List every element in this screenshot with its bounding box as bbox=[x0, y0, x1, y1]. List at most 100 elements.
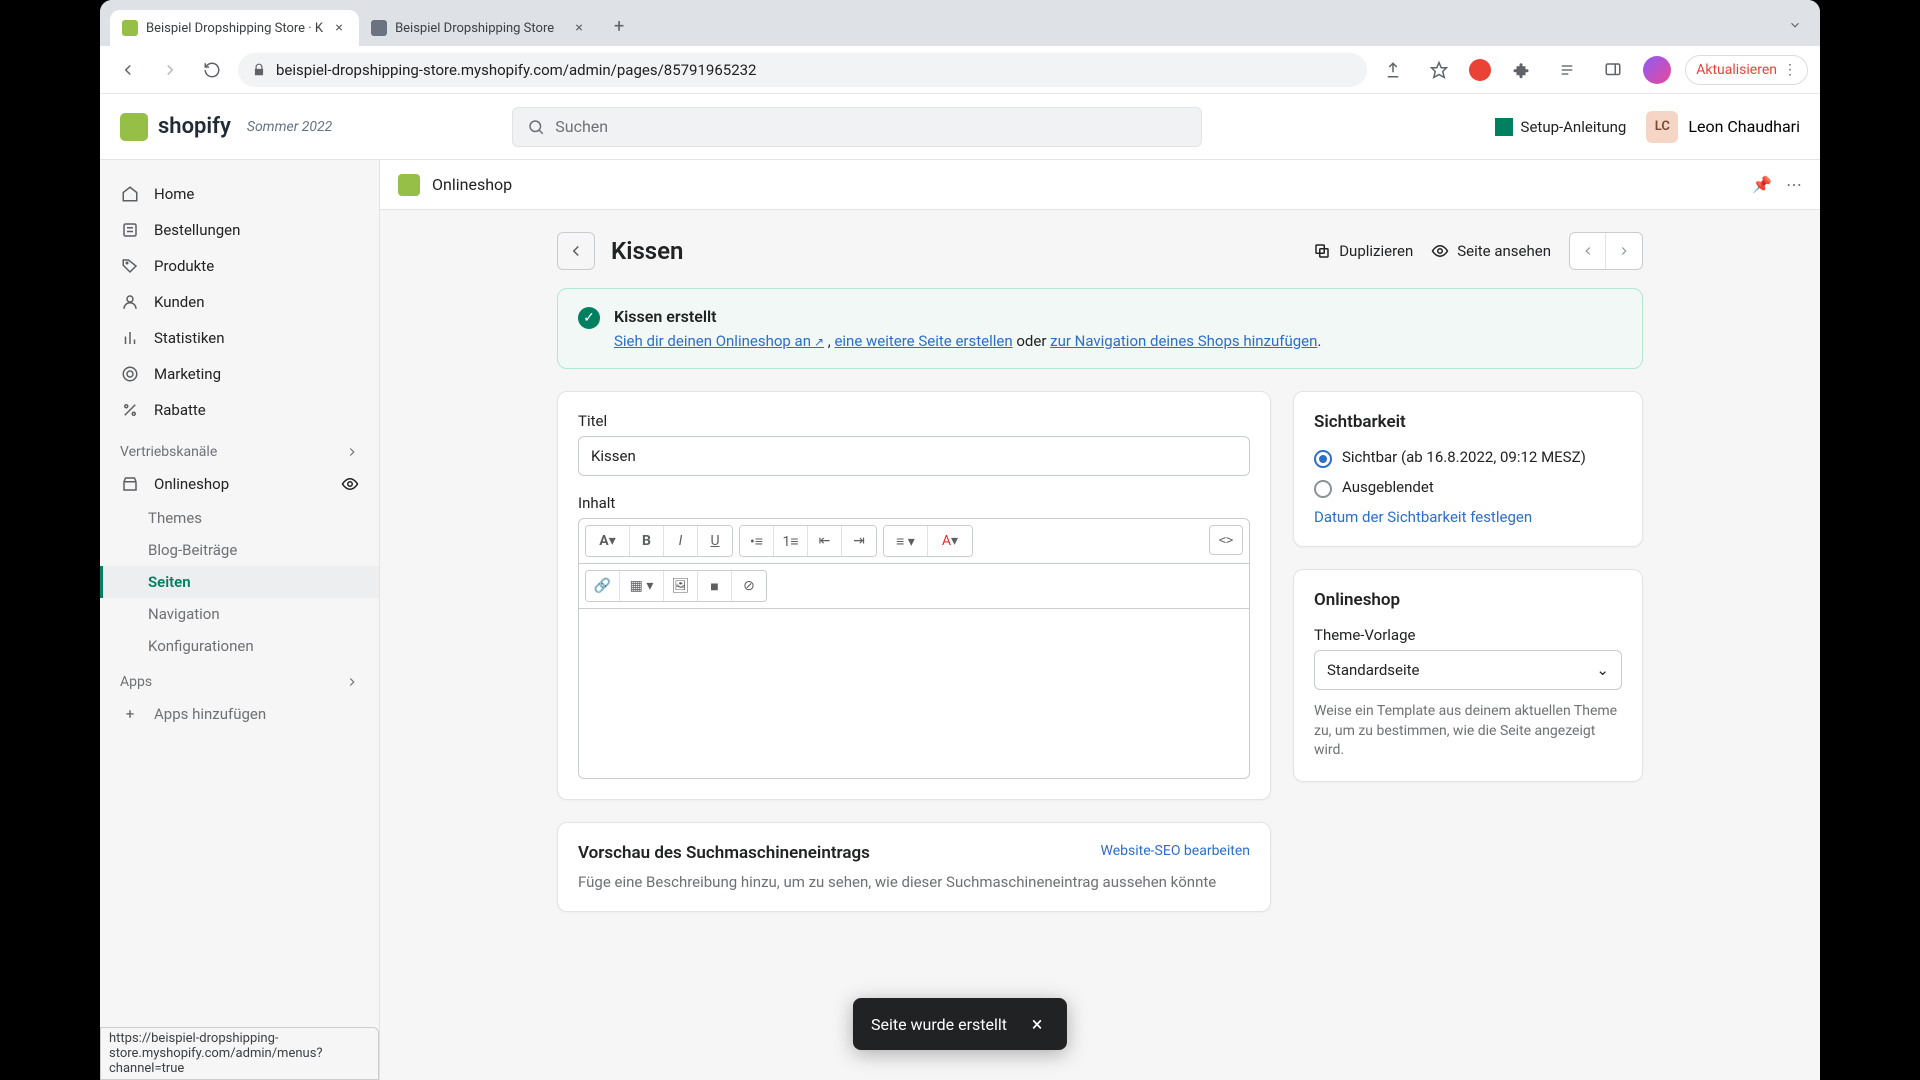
reading-list-icon[interactable] bbox=[1551, 54, 1583, 86]
update-button[interactable]: Aktualisieren ⋮ bbox=[1685, 55, 1808, 85]
user-menu[interactable]: LC Leon Chaudhari bbox=[1646, 111, 1800, 143]
sidebar-item-add-apps[interactable]: + Apps hinzufügen bbox=[100, 696, 379, 732]
eye-icon[interactable] bbox=[341, 475, 359, 493]
sidebar: Home Bestellungen Produkte Kunden Statis… bbox=[100, 94, 380, 1080]
sidebar-item-customers[interactable]: Kunden bbox=[100, 284, 379, 320]
italic-button[interactable]: I bbox=[664, 526, 698, 556]
sidebar-item-home[interactable]: Home bbox=[100, 176, 379, 212]
sidebar-sub-config[interactable]: Konfigurationen bbox=[100, 630, 379, 662]
close-icon[interactable]: × bbox=[1025, 1012, 1049, 1036]
bag-icon bbox=[120, 113, 148, 141]
template-heading: Onlineshop bbox=[1314, 590, 1622, 610]
seo-edit-link[interactable]: Website-SEO bearbeiten bbox=[1101, 843, 1250, 859]
sidebar-item-orders[interactable]: Bestellungen bbox=[100, 212, 379, 248]
sidebar-sub-navigation[interactable]: Navigation bbox=[100, 598, 379, 630]
sidebar-section-apps[interactable]: Apps bbox=[100, 662, 379, 696]
template-select[interactable]: Standardseite ⌄ bbox=[1314, 650, 1622, 690]
align-dropdown[interactable]: ≡ ▾ bbox=[884, 526, 928, 556]
sidebar-item-onlineshop[interactable]: Onlineshop bbox=[100, 466, 379, 502]
visibility-card: Sichtbarkeit Sichtbar (ab 16.8.2022, 09:… bbox=[1293, 391, 1643, 547]
prev-button[interactable] bbox=[1570, 233, 1606, 269]
setup-link[interactable]: Setup-Anleitung bbox=[1495, 118, 1627, 136]
bullet-list-button[interactable]: •≡ bbox=[740, 526, 774, 556]
sidebar-sub-pages[interactable]: Seiten bbox=[100, 566, 379, 598]
search-input[interactable]: Suchen bbox=[512, 107, 1202, 147]
format-dropdown[interactable]: A ▾ bbox=[586, 526, 630, 556]
sidebar-item-products[interactable]: Produkte bbox=[100, 248, 379, 284]
back-button[interactable] bbox=[112, 54, 144, 86]
plus-icon: + bbox=[120, 704, 140, 724]
record-icon[interactable] bbox=[1469, 59, 1491, 81]
color-dropdown[interactable]: A ▾ bbox=[928, 526, 972, 556]
page-title: Kissen bbox=[611, 237, 683, 265]
section-header: Onlineshop 📌 ⋯ bbox=[380, 160, 1820, 210]
image-button[interactable]: 🖼 bbox=[664, 571, 698, 601]
favicon-icon bbox=[371, 20, 387, 36]
underline-button[interactable]: U bbox=[698, 526, 732, 556]
outdent-button[interactable]: ⇤ bbox=[808, 526, 842, 556]
app-header: shopify Sommer 2022 Suchen Setup-Anleitu… bbox=[100, 94, 1820, 160]
back-button[interactable] bbox=[557, 232, 595, 270]
numbered-list-button[interactable]: 1≡ bbox=[774, 526, 808, 556]
schedule-visibility-link[interactable]: Datum der Sichtbarkeit festlegen bbox=[1314, 508, 1622, 526]
more-icon[interactable]: ⋯ bbox=[1786, 175, 1802, 194]
sidebar-item-marketing[interactable]: Marketing bbox=[100, 356, 379, 392]
banner-link-navigation[interactable]: zur Navigation deines Shops hinzufügen bbox=[1050, 332, 1317, 350]
browser-tab-2[interactable]: Beispiel Dropshipping Store × bbox=[359, 10, 599, 46]
reload-button[interactable] bbox=[196, 54, 228, 86]
pin-icon[interactable]: 📌 bbox=[1752, 175, 1772, 194]
forward-button[interactable] bbox=[154, 54, 186, 86]
tag-icon bbox=[120, 256, 140, 276]
title-label: Titel bbox=[578, 412, 1250, 430]
visibility-option-visible[interactable]: Sichtbar (ab 16.8.2022, 09:12 MESZ) bbox=[1314, 448, 1622, 468]
share-icon[interactable] bbox=[1377, 54, 1409, 86]
banner-link-view-shop[interactable]: Sieh dir deinen Onlineshop an bbox=[614, 332, 824, 350]
view-page-button[interactable]: Seite ansehen bbox=[1431, 242, 1551, 260]
shopify-logo[interactable]: shopify Sommer 2022 bbox=[120, 113, 332, 141]
radio-icon bbox=[1314, 480, 1332, 498]
browser-toolbar: beispiel-dropshipping-store.myshopify.co… bbox=[100, 46, 1820, 94]
close-icon[interactable]: × bbox=[571, 20, 587, 36]
sidebar-section-channels[interactable]: Vertriebskanäle bbox=[100, 432, 379, 466]
link-button[interactable]: 🔗 bbox=[586, 571, 620, 601]
tab-menu-button[interactable] bbox=[1780, 10, 1810, 40]
tab-title: Beispiel Dropshipping Store bbox=[395, 21, 554, 36]
sidebar-item-discounts[interactable]: Rabatte bbox=[100, 392, 379, 428]
editor-toolbar-2: 🔗 ▦ ▾ 🖼 ■ ⊘ bbox=[578, 564, 1250, 609]
next-button[interactable] bbox=[1606, 233, 1642, 269]
user-initials: LC bbox=[1646, 111, 1678, 143]
close-icon[interactable]: × bbox=[331, 20, 347, 36]
chevron-right-icon bbox=[345, 445, 359, 459]
banner-title: Kissen erstellt bbox=[614, 307, 1321, 326]
profile-avatar[interactable] bbox=[1643, 56, 1671, 84]
address-bar[interactable]: beispiel-dropshipping-store.myshopify.co… bbox=[238, 53, 1367, 87]
tab-title: Beispiel Dropshipping Store · K bbox=[146, 21, 323, 36]
new-tab-button[interactable]: + bbox=[605, 12, 633, 40]
kebab-icon: ⋮ bbox=[1783, 62, 1797, 78]
devices-icon[interactable] bbox=[1597, 54, 1629, 86]
banner-link-new-page[interactable]: eine weitere Seite erstellen bbox=[834, 332, 1012, 350]
sidebar-sub-blog[interactable]: Blog-Beiträge bbox=[100, 534, 379, 566]
table-dropdown[interactable]: ▦ ▾ bbox=[620, 571, 664, 601]
setup-label: Setup-Anleitung bbox=[1521, 118, 1627, 136]
sidebar-item-analytics[interactable]: Statistiken bbox=[100, 320, 379, 356]
browser-tab-1[interactable]: Beispiel Dropshipping Store · K × bbox=[110, 10, 359, 46]
home-icon bbox=[120, 184, 140, 204]
visibility-option-hidden[interactable]: Ausgeblendet bbox=[1314, 478, 1622, 498]
sidebar-sub-themes[interactable]: Themes bbox=[100, 502, 379, 534]
toast-message: Seite wurde erstellt bbox=[871, 1015, 1007, 1034]
content-area: Onlineshop 📌 ⋯ Kissen Duplizieren bbox=[380, 94, 1820, 1080]
video-button[interactable]: ■ bbox=[698, 571, 732, 601]
indent-button[interactable]: ⇥ bbox=[842, 526, 876, 556]
target-icon bbox=[120, 364, 140, 384]
bold-button[interactable]: B bbox=[630, 526, 664, 556]
clear-format-button[interactable]: ⊘ bbox=[732, 571, 766, 601]
extensions-icon[interactable] bbox=[1505, 54, 1537, 86]
html-button[interactable]: <> bbox=[1209, 525, 1243, 555]
content-editor[interactable] bbox=[578, 609, 1250, 779]
seo-heading: Vorschau des Suchmaschineneintrags bbox=[578, 843, 870, 863]
duplicate-button[interactable]: Duplizieren bbox=[1313, 242, 1413, 260]
star-icon[interactable] bbox=[1423, 54, 1455, 86]
section-title: Onlineshop bbox=[432, 175, 512, 194]
title-input[interactable] bbox=[578, 436, 1250, 476]
